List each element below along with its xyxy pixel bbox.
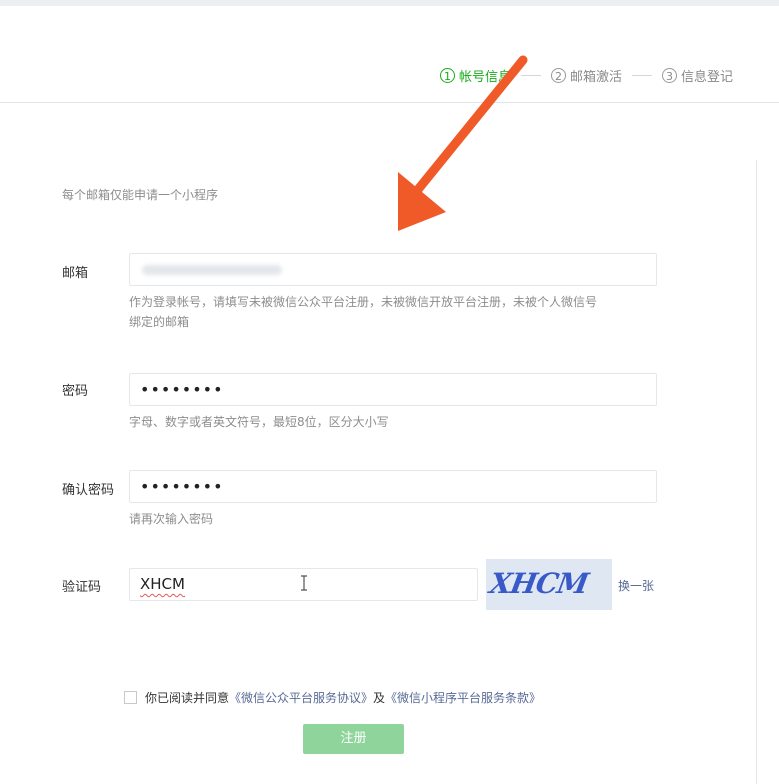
agreement-prefix: 你已阅读并同意 <box>145 691 230 705</box>
step-separator <box>622 75 662 76</box>
password-help: 字母、数字或者英文符号，最短8位，区分大小写 <box>129 415 389 429</box>
form-note: 每个邮箱仅能申请一个小程序 <box>62 188 219 202</box>
email-help-line2: 绑定的邮箱 <box>129 315 190 329</box>
captcha-image-text: XHCM <box>487 567 591 600</box>
agreement-and: 及 <box>373 691 386 705</box>
page-header: 1 帐号信息 2 邮箱激活 3 信息登记 <box>0 6 779 103</box>
miniprogram-terms-link[interactable]: 《微信小程序平台服务条款》 <box>385 689 541 706</box>
step-number: 1 <box>439 68 455 83</box>
service-agreement-link[interactable]: 《微信公众平台服务协议》 <box>229 689 373 706</box>
step-separator <box>511 75 551 76</box>
blurred-email-value <box>142 265 282 275</box>
card-divider <box>756 160 757 784</box>
step-number: 2 <box>550 68 566 83</box>
confirm-password-help: 请再次输入密码 <box>129 512 214 526</box>
captcha-label: 验证码 <box>62 580 102 595</box>
step-label: 邮箱激活 <box>569 70 622 85</box>
confirm-password-input[interactable]: •••••••• <box>129 470 657 503</box>
text-cursor-icon <box>301 575 307 591</box>
step-indicator: 1 帐号信息 2 邮箱激活 3 信息登记 <box>439 66 733 85</box>
step-info-registration: 3 信息登记 <box>661 66 733 85</box>
refresh-captcha-link[interactable]: 换一张 <box>618 577 654 594</box>
form-card <box>0 103 779 784</box>
captcha-image: XHCM <box>486 559 612 610</box>
email-help: 作为登录帐号，请填写未被微信公众平台注册，未被微信开放平台注册，未被个人微信号 … <box>129 292 597 332</box>
email-label: 邮箱 <box>62 266 89 281</box>
step-email-activation: 2 邮箱激活 <box>550 66 622 85</box>
email-input[interactable] <box>129 253 657 286</box>
step-account-info: 1 帐号信息 <box>439 66 511 85</box>
agreement-checkbox[interactable] <box>124 691 137 704</box>
step-label: 帐号信息 <box>458 70 511 85</box>
agreement-row: 你已阅读并同意 《微信公众平台服务协议》 及 《微信小程序平台服务条款》 <box>124 689 541 706</box>
step-number: 3 <box>661 68 677 83</box>
confirm-password-label: 确认密码 <box>62 483 115 498</box>
step-label: 信息登记 <box>680 70 733 85</box>
password-input[interactable]: •••••••• <box>129 373 657 406</box>
register-button[interactable]: 注册 <box>303 724 404 754</box>
email-help-line1: 作为登录帐号，请填写未被微信公众平台注册，未被微信开放平台注册，未被个人微信号 <box>129 295 598 309</box>
password-label: 密码 <box>62 384 89 399</box>
